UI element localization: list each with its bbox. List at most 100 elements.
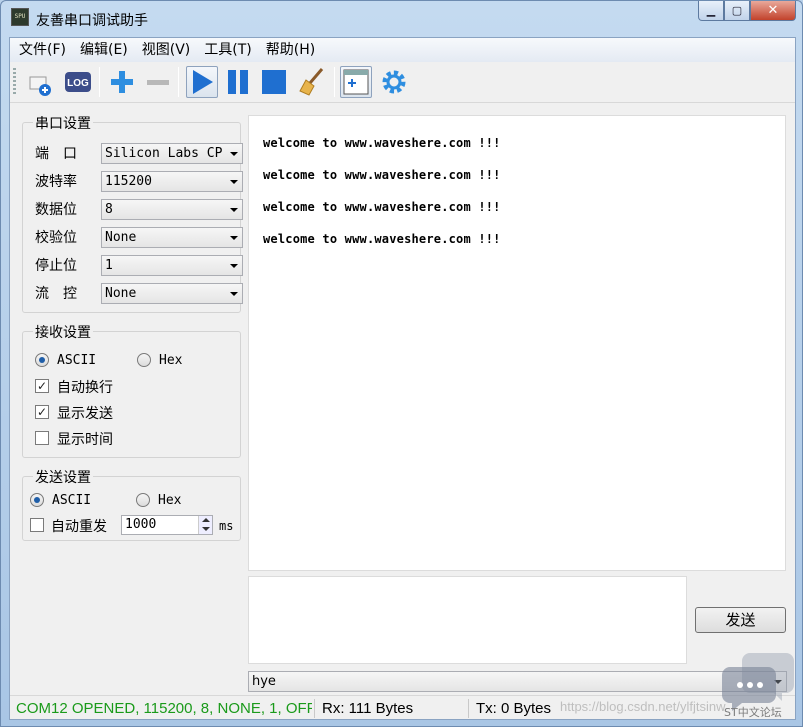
baud-label: 波特率 (35, 174, 77, 190)
parity-value: None (105, 230, 137, 245)
toolbar-separator (178, 67, 179, 97)
toolbar-grip[interactable] (13, 68, 16, 96)
watermark-url: https://blog.csdn.net/ylfjtsinw (560, 699, 726, 714)
flow-select[interactable]: None (101, 283, 243, 304)
stop-icon (262, 70, 286, 94)
auto-wrap-checkbox[interactable]: ✓ (35, 379, 49, 393)
toolbar: LOG (10, 63, 795, 103)
status-divider (314, 699, 315, 718)
spin-up-icon[interactable] (198, 516, 212, 525)
send-panel-button[interactable] (340, 66, 372, 98)
databits-select[interactable]: 8 (101, 199, 243, 220)
serial-settings-group: 串口设置 端 口 Silicon Labs CP 波特率 115200 数据位 … (22, 113, 243, 313)
auto-resend-checkbox[interactable] (30, 518, 44, 532)
chevron-down-icon (230, 208, 238, 212)
plus-icon (111, 71, 133, 93)
menu-tools[interactable]: 工具(T) (197, 38, 258, 62)
show-send-label: 显示发送 (57, 406, 113, 422)
stop-button[interactable] (258, 66, 290, 98)
receive-text-area[interactable]: welcome to www.waveshere.com !!! welcome… (248, 115, 786, 571)
receive-settings-title: 接收设置 (33, 322, 93, 342)
stopbits-select[interactable]: 1 (101, 255, 243, 276)
parity-select[interactable]: None (101, 227, 243, 248)
databits-label: 数据位 (35, 202, 77, 218)
add-button[interactable] (106, 66, 138, 98)
interval-spinbox[interactable]: 1000 (121, 515, 213, 535)
interval-value: 1000 (125, 517, 157, 532)
play-icon (193, 70, 213, 94)
svg-text:LOG: LOG (67, 78, 89, 89)
menu-file[interactable]: 文件(F) (12, 38, 73, 62)
port-value: Silicon Labs CP (105, 146, 223, 161)
window-controls: ▁ ▢ ✕ (698, 1, 796, 21)
window-panel-icon (343, 69, 369, 95)
broom-icon (299, 68, 324, 96)
new-window-button[interactable] (24, 66, 56, 98)
gear-icon (382, 70, 406, 94)
flow-label: 流 控 (35, 286, 77, 302)
flow-value: None (105, 286, 137, 301)
maximize-icon: ▢ (731, 4, 743, 17)
send-settings-title: 发送设置 (33, 467, 93, 487)
receive-hex-radio[interactable] (137, 353, 151, 367)
send-hex-radio[interactable] (136, 493, 150, 507)
receive-line: welcome to www.waveshere.com !!! (263, 200, 501, 214)
menu-help[interactable]: 帮助(H) (259, 38, 322, 62)
clear-button[interactable] (296, 66, 328, 98)
send-history-combo[interactable]: hye (248, 671, 787, 692)
show-time-label: 显示时间 (57, 432, 113, 448)
baud-value: 115200 (105, 174, 152, 189)
spin-down-icon[interactable] (198, 525, 212, 534)
port-label: 端 口 (35, 146, 77, 162)
minimize-button[interactable]: ▁ (698, 1, 724, 21)
status-divider (468, 699, 469, 718)
receive-line: welcome to www.waveshere.com !!! (263, 232, 501, 246)
send-history-value: hye (252, 674, 276, 689)
remove-button[interactable] (142, 66, 174, 98)
minimize-icon: ▁ (706, 4, 716, 17)
receive-line: welcome to www.waveshere.com !!! (263, 168, 501, 182)
send-ascii-label: ASCII (52, 493, 92, 508)
chevron-down-icon (230, 180, 238, 184)
menu-view[interactable]: 视图(V) (135, 38, 198, 62)
chevron-down-icon (230, 264, 238, 268)
port-select[interactable]: Silicon Labs CP (101, 143, 243, 164)
receive-ascii-radio[interactable] (35, 353, 49, 367)
send-button[interactable]: 发送 (695, 607, 786, 633)
window-title: 友善串口调试助手 (36, 13, 148, 29)
show-send-checkbox[interactable]: ✓ (35, 405, 49, 419)
show-time-checkbox[interactable] (35, 431, 49, 445)
close-icon: ✕ (767, 3, 779, 18)
interval-unit: ms (219, 519, 234, 533)
maximize-button[interactable]: ▢ (724, 1, 750, 21)
stopbits-label: 停止位 (35, 258, 77, 274)
log-button[interactable]: LOG (62, 66, 94, 98)
stopbits-value: 1 (105, 258, 113, 273)
start-button[interactable] (186, 66, 218, 98)
send-ascii-radio[interactable] (30, 493, 44, 507)
app-icon: SPU (11, 8, 29, 26)
send-text-area[interactable] (248, 576, 687, 664)
chevron-down-icon (230, 236, 238, 240)
auto-resend-label: 自动重发 (51, 519, 107, 535)
menu-edit[interactable]: 编辑(E) (73, 38, 135, 62)
chevron-down-icon (230, 292, 238, 296)
watermark-brand: ST中文论坛 (724, 706, 782, 719)
settings-button[interactable] (378, 66, 410, 98)
auto-wrap-label: 自动换行 (57, 380, 113, 396)
pause-icon (228, 70, 248, 94)
databits-value: 8 (105, 202, 113, 217)
close-button[interactable]: ✕ (750, 1, 796, 21)
receive-hex-label: Hex (159, 353, 183, 368)
baud-select[interactable]: 115200 (101, 171, 243, 192)
new-window-icon (29, 76, 51, 96)
chevron-down-icon (230, 152, 238, 156)
tx-count: Tx: 0 Bytes (476, 700, 552, 717)
connection-status: COM12 OPENED, 115200, 8, NONE, 1, OFF (16, 700, 312, 717)
parity-label: 校验位 (35, 230, 77, 246)
send-settings-group: 发送设置 ASCII Hex 自动重发 1000 ms (22, 467, 241, 541)
rx-count: Rx: 111 Bytes (322, 700, 414, 717)
pause-button[interactable] (222, 66, 254, 98)
client-area: 文件(F) 编辑(E) 视图(V) 工具(T) 帮助(H) LOG 串口设置 端… (9, 37, 796, 720)
title-bar[interactable]: SPU 友善串口调试助手 ▁ ▢ ✕ (1, 1, 802, 35)
